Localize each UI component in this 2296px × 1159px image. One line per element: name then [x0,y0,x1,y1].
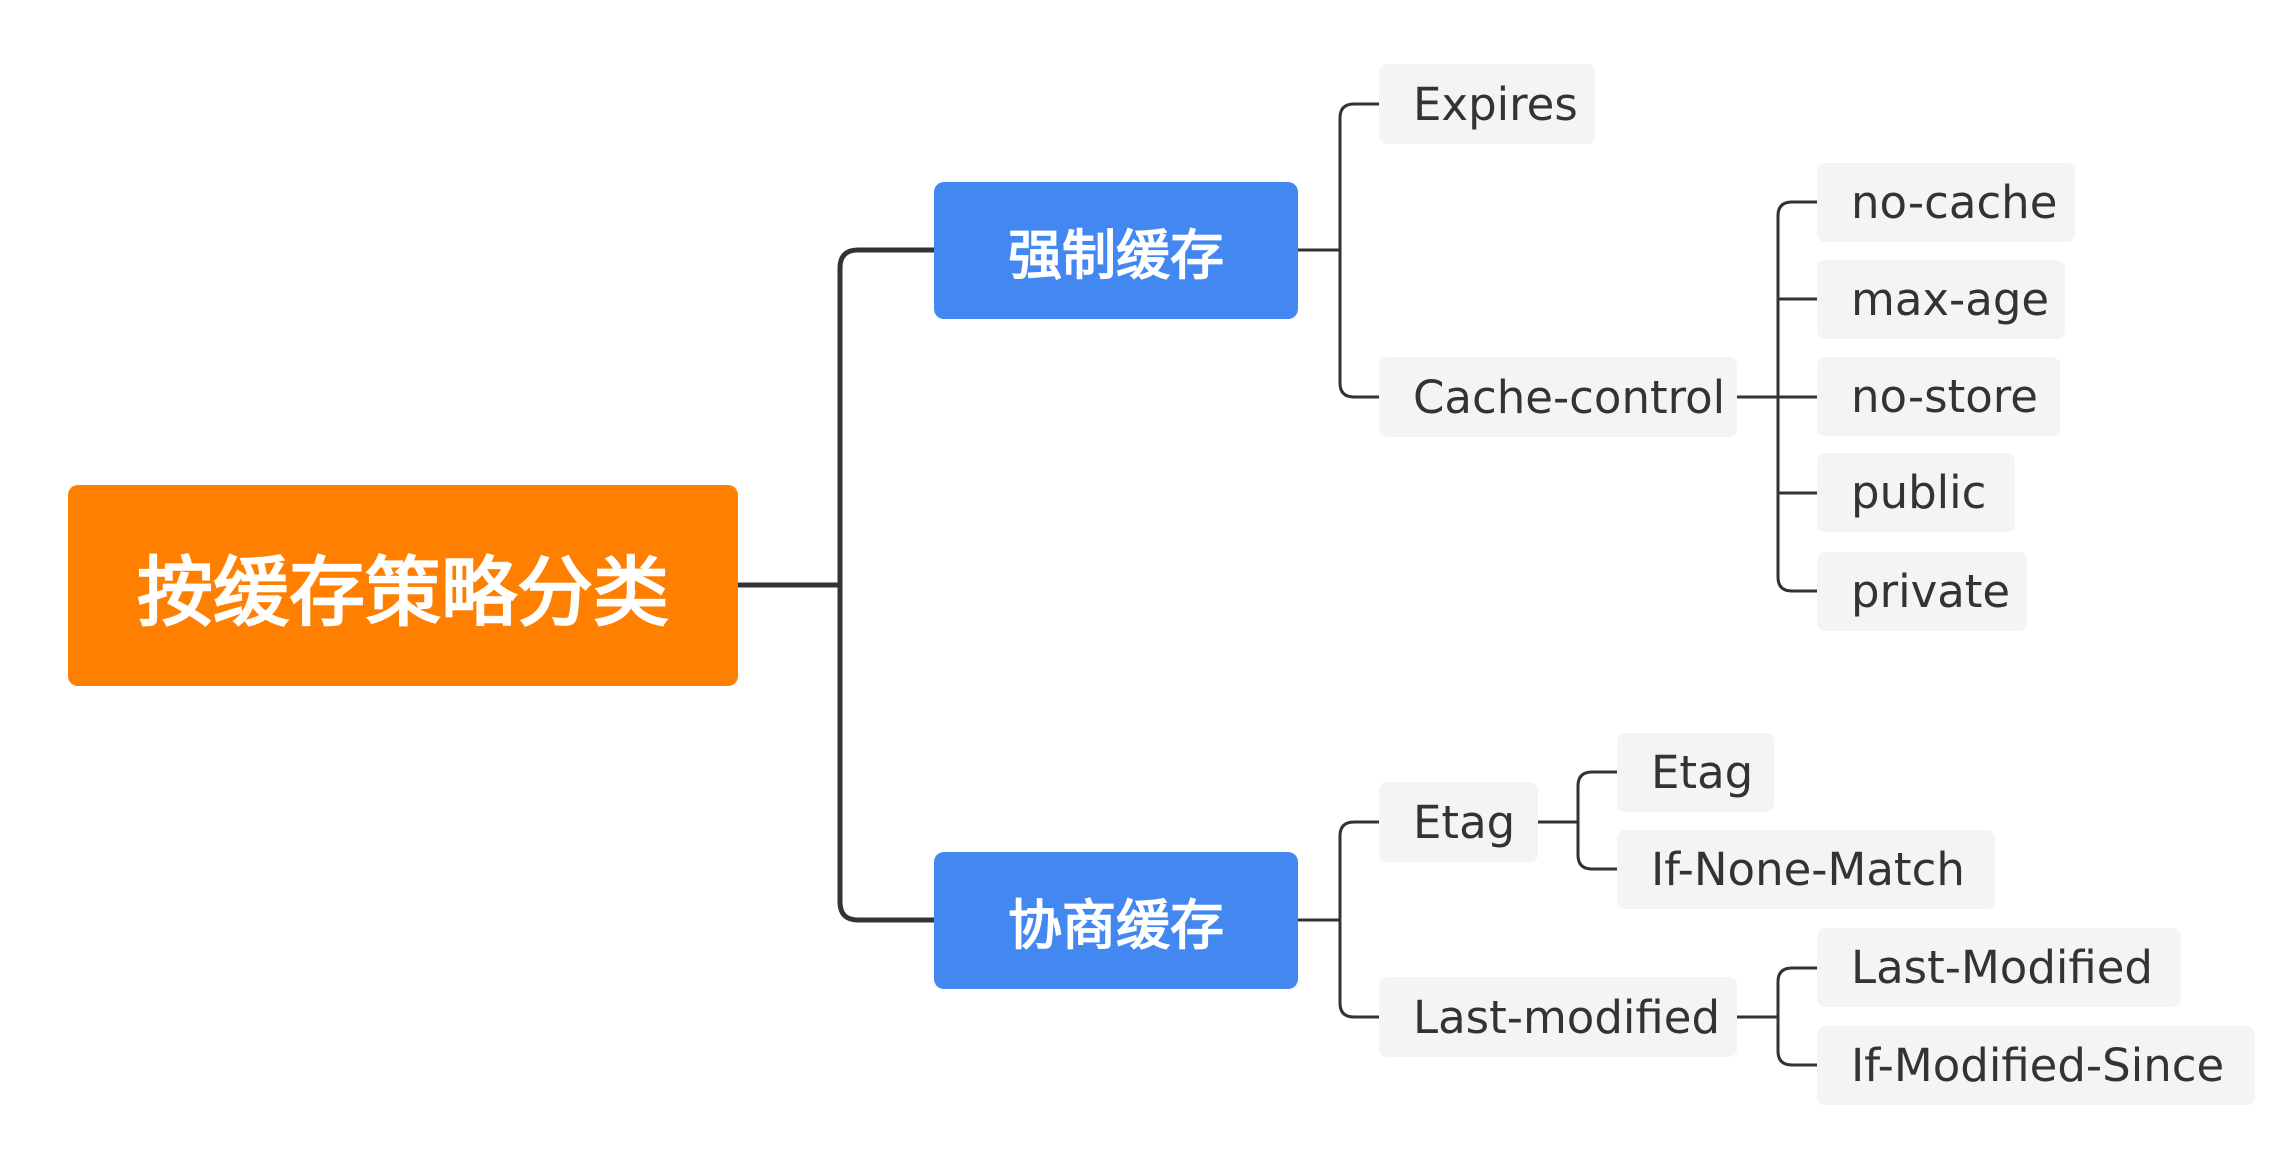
node-expires[interactable]: Expires [1379,64,1595,144]
node-cache-control[interactable]: Cache-control [1379,357,1737,437]
forced-connector-branch-0 [1338,102,1381,252]
root-node[interactable]: 按缓存策略分类 [68,485,738,686]
negotiated-connector-branch-0 [1338,820,1381,922]
last-modified-connector-branch-1 [1776,1015,1819,1067]
last-modified-connector-branch-0 [1776,966,1819,1019]
root-connector-branch-1 [837,582,937,923]
node-last-modified[interactable]: Last-modified [1379,977,1737,1057]
branch-forced-cache[interactable]: 强制缓存 [934,182,1298,319]
branch-negotiated-cache[interactable]: 协商缓存 [934,852,1298,989]
node-last-modified-header[interactable]: Last-Modified [1817,928,2181,1007]
node-if-none-match[interactable]: If-None-Match [1617,830,1995,909]
node-no-store[interactable]: no-store [1817,357,2060,436]
negotiated-connector-branch-1 [1338,918,1381,1019]
node-etag[interactable]: Etag [1379,782,1538,862]
node-if-modified-since[interactable]: If-Modified-Since [1817,1026,2255,1105]
forced-connector-branch-1 [1338,248,1381,399]
node-private[interactable]: private [1817,552,2027,631]
node-etag-header[interactable]: Etag [1617,733,1774,812]
node-max-age[interactable]: max-age [1817,260,2065,339]
node-public[interactable]: public [1817,453,2015,532]
etag-connector-branch-1 [1576,820,1619,871]
node-no-cache[interactable]: no-cache [1817,163,2075,242]
root-connector-branch-0 [837,247,937,588]
etag-connector-branch-0 [1576,770,1619,824]
